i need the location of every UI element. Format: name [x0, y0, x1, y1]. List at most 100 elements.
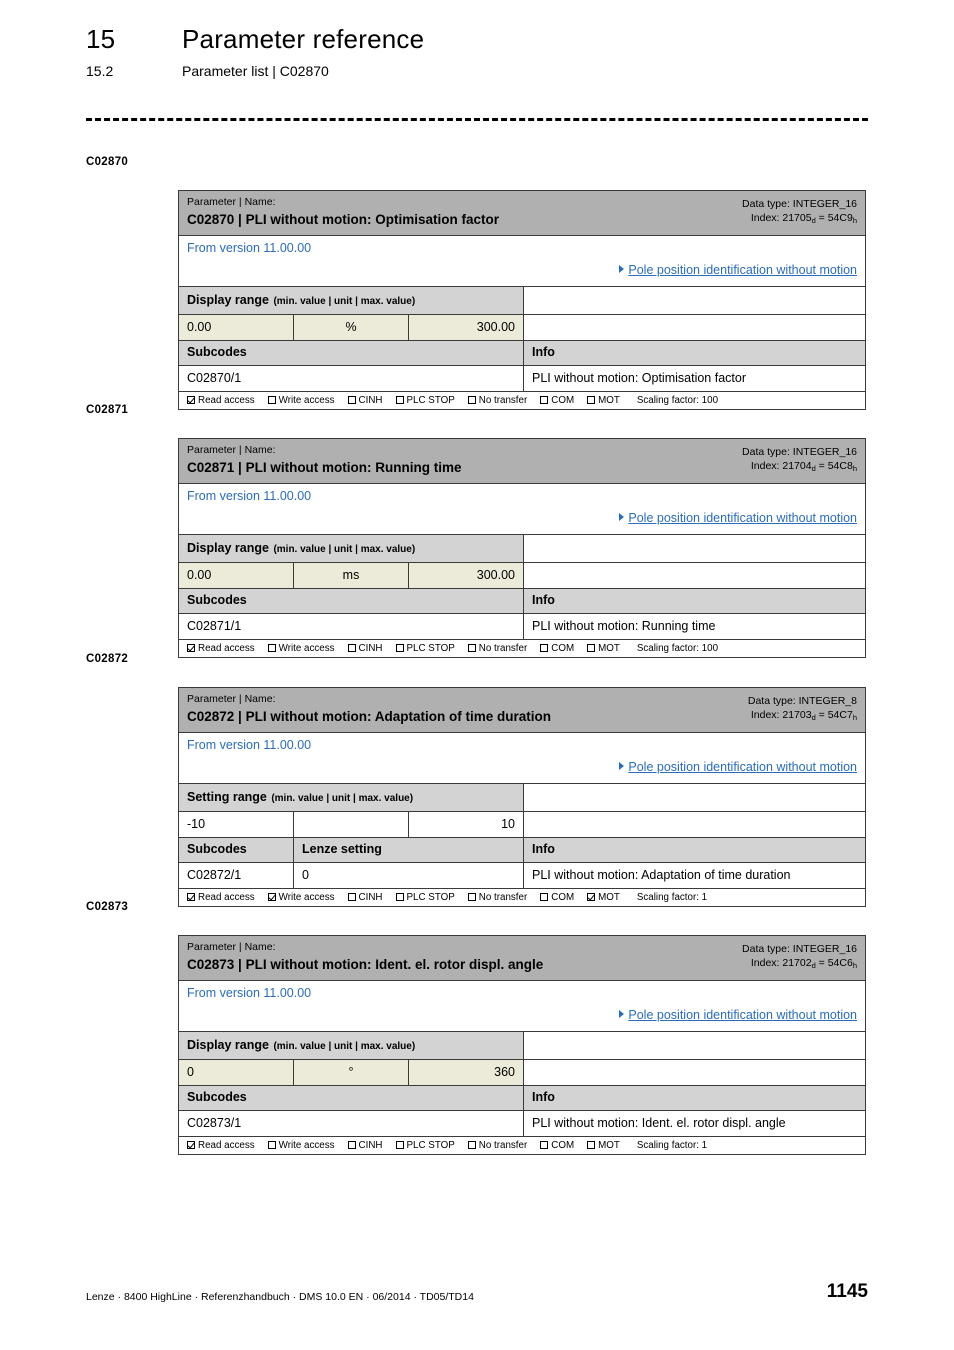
scaling-factor: Scaling factor: 1: [636, 891, 708, 903]
range-type-label: Display range: [187, 1037, 269, 1052]
range-header-row: Display range (min. value | unit | max. …: [179, 1031, 865, 1060]
access-flag-com: COM: [540, 395, 574, 406]
lenze-setting-value: 0: [294, 862, 524, 888]
page-number: 1145: [826, 1281, 868, 1302]
access-flag-no-transfer: No transfer: [467, 1140, 527, 1151]
table-header: Parameter | Name: C02873 | PLI without mo…: [179, 936, 865, 981]
table-header: Parameter | Name: C02871 | PLI without mo…: [179, 439, 865, 484]
data-type: Data type: INTEGER_16: [742, 943, 857, 955]
table-header-right: Data type: INTEGER_16 Index: 21704d = 54C…: [742, 444, 857, 473]
checkbox-com-icon: [540, 643, 549, 652]
table-header-right: Data type: INTEGER_16 Index: 21702d = 54C…: [742, 941, 857, 970]
parameter-table-c02870: Parameter | Name: C02870 | PLI without mo…: [178, 190, 866, 410]
access-flag-com: COM: [540, 1140, 574, 1151]
access-flag-plc-stop: PLC STOP: [395, 642, 455, 654]
range-min-value: -10: [179, 811, 294, 837]
range-unit-value: ms: [294, 562, 409, 588]
access-flag-mot-label: MOT: [598, 394, 620, 406]
access-flag-cinh: CINH: [347, 643, 383, 654]
access-flag-plc-stop: PLC STOP: [395, 892, 455, 903]
checkbox-plc-stop-icon: [395, 395, 404, 404]
subcode-row: C02872/1 0 PLI without motion: Adaptation …: [179, 862, 865, 889]
range-max-value: 300.00: [409, 562, 524, 588]
document-page: 15 Parameter reference 15.2 Parameter li…: [0, 0, 954, 1350]
subcodes-header-row: Subcodes Lenze setting Info: [179, 837, 865, 863]
access-flag-mot: MOT: [587, 1140, 620, 1151]
access-flag-mot: MOT: [587, 892, 620, 903]
related-topic-link[interactable]: Pole position identification without mot…: [628, 511, 857, 525]
range-min-value: 0: [179, 1059, 294, 1085]
range-values-row: -10 10: [179, 811, 865, 838]
related-link-row: Pole position identification without mot…: [187, 508, 857, 529]
subcode-info: PLI without motion: Ident. el. rotor dis…: [524, 1110, 865, 1136]
access-flag-com-label: COM: [551, 394, 575, 406]
from-version: From version 11.00.00: [187, 240, 312, 255]
range-values-row: 0.00% 300.00: [179, 314, 865, 341]
access-flag-cinh-label: CINH: [358, 891, 383, 903]
range-header-cell: Setting range (min. value | unit | max. …: [179, 783, 524, 811]
related-topic-link[interactable]: Pole position identification without mot…: [628, 1008, 857, 1022]
related-topic-link[interactable]: Pole position identification without mot…: [628, 760, 857, 774]
related-link-row: Pole position identification without mot…: [187, 260, 857, 281]
info-header: Info: [532, 1089, 555, 1104]
parameter-name-label: Parameter | Name:: [187, 941, 276, 953]
range-header-cell: Display range (min. value | unit | max. …: [179, 1031, 524, 1059]
access-flag-write-access: Write access: [267, 395, 335, 406]
access-flags-row: Read access Write access CINH PLC STOP No tr…: [179, 639, 865, 657]
index-subscript-d: d: [811, 464, 816, 474]
access-flag-mot-label: MOT: [598, 642, 620, 654]
subcodes-header-row: Subcodes Info: [179, 1085, 865, 1111]
range-type-label: Display range: [187, 292, 269, 307]
parameter-title: C02872 | PLI without motion: Adaptation …: [187, 709, 552, 725]
from-version: From version 11.00.00: [187, 737, 312, 752]
range-note-label: (min. value | unit | max. value): [273, 1040, 416, 1052]
checkbox-read-access-icon: [187, 892, 195, 901]
subcode-value: C02873/1: [179, 1110, 524, 1136]
range-empty-cell: [524, 314, 865, 340]
subcodes-header-row: Subcodes Info: [179, 588, 865, 614]
index-subscript-h: h: [852, 713, 857, 723]
range-unit-value: [294, 811, 409, 837]
access-flag-plc-stop: PLC STOP: [395, 1139, 455, 1151]
checkbox-com-icon: [540, 892, 549, 901]
access-flag-write-access: Write access: [267, 643, 335, 654]
access-flag-plc-stop-label: PLC STOP: [406, 1139, 455, 1151]
index-prefix: Index: 21702: [750, 957, 812, 970]
index-subscript-h: h: [852, 961, 857, 971]
header-section-row: 15.2 Parameter list | C02870: [86, 63, 876, 79]
index-value: Index: 21705d = 54C9h: [742, 211, 857, 225]
checkbox-com-icon: [540, 395, 549, 404]
checkbox-com-icon: [540, 1140, 549, 1149]
related-topic-link[interactable]: Pole position identification without mot…: [628, 263, 857, 277]
access-flag-mot-label: MOT: [598, 891, 620, 903]
parameter-title: C02870 | PLI without motion: Optimisatio…: [187, 212, 500, 228]
parameter-table-c02871: Parameter | Name: C02871 | PLI without mo…: [178, 438, 866, 658]
parameter-name-label: Parameter | Name:: [187, 693, 276, 705]
access-flag-cinh: CINH: [347, 1140, 383, 1151]
access-flag-plc-stop-label: PLC STOP: [406, 642, 455, 654]
access-flag-com-label: COM: [551, 642, 575, 654]
access-flag-mot: MOT: [587, 395, 620, 406]
range-empty-cell: [524, 562, 865, 588]
chapter-number: 15: [86, 24, 116, 54]
range-type-label: Display range: [187, 540, 269, 555]
subcodes-header: Subcodes: [179, 340, 524, 365]
table-header-left: Parameter | Name: C02870 | PLI without mo…: [187, 196, 499, 229]
subcode-row: C02873/1 PLI without motion: Ident. el. r…: [179, 1110, 865, 1137]
parameter-title: C02873 | PLI without motion: Ident. el. …: [187, 957, 544, 973]
range-unit-value: %: [294, 314, 409, 340]
subcode-value: C02872/1: [179, 862, 294, 888]
access-flag-read-access: Read access: [187, 1140, 255, 1151]
access-flag-write-access-label: Write access: [278, 891, 335, 903]
access-flag-com-label: COM: [551, 1139, 575, 1151]
access-flag-read-access-label: Read access: [198, 891, 255, 903]
checkbox-no-transfer-icon: [467, 643, 476, 652]
index-equals: = 54C9: [815, 212, 853, 225]
table-header-right: Data type: INTEGER_16 Index: 21705d = 54C…: [742, 196, 857, 225]
parameter-name-label: Parameter | Name:: [187, 444, 276, 456]
checkbox-plc-stop-icon: [395, 1140, 404, 1149]
data-type: Data type: INTEGER_8: [747, 695, 857, 707]
subcode-value: C02870/1: [179, 365, 524, 391]
scaling-factor: Scaling factor: 1: [636, 1139, 708, 1151]
access-flag-mot-label: MOT: [598, 1139, 620, 1151]
